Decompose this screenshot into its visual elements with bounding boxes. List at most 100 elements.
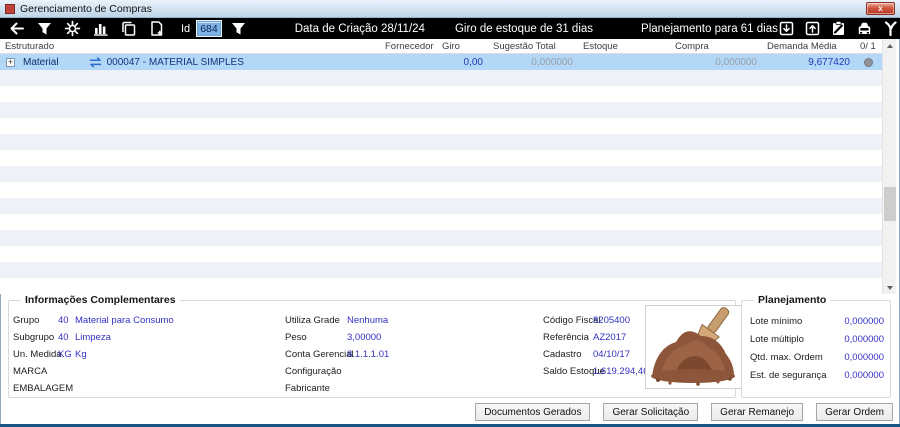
documentos-gerados-button[interactable]: Documentos Gerados <box>475 403 591 421</box>
scrollbar-thumb[interactable] <box>884 187 896 221</box>
row-compra: 0,000000 <box>715 56 757 68</box>
subgrupo-label: Subgrupo <box>13 332 55 343</box>
status-dot-icon <box>864 57 873 67</box>
sync-icon <box>89 56 101 67</box>
empty-rows <box>0 70 882 294</box>
planning-panel: Planejamento Lote mínimo 0,000000 Lote mú… <box>741 294 891 398</box>
row-sugestao-total: 0,000000 <box>531 56 573 68</box>
table-row[interactable]: + Material 000047 - MATERIAL SIMPLES 0,0… <box>0 54 882 70</box>
qtd-max-ordem-label: Qtd. max. Ordem <box>750 351 823 363</box>
referencia-value: AZ2017 <box>593 332 627 343</box>
close-button[interactable]: x <box>866 2 895 15</box>
lote-minimo-value: 0,000000 <box>844 315 884 327</box>
import-icon[interactable] <box>778 20 795 37</box>
grid-body: + Material 000047 - MATERIAL SIMPLES 0,0… <box>0 54 882 294</box>
codigo-fiscal-label: Código Fiscal <box>543 315 601 326</box>
planning-panel-title: Planejamento <box>754 294 831 306</box>
marca-label: MARCA <box>13 366 48 377</box>
col-status[interactable]: 0/ 1 <box>855 41 882 52</box>
embalagem-label: EMBALAGEM <box>13 383 74 394</box>
row-demanda-media: 9,677420 <box>808 56 850 68</box>
clipboard-icon[interactable] <box>830 20 847 37</box>
peso-value: 3,00000 <box>347 332 382 343</box>
app-icon <box>5 3 15 14</box>
gerar-remanejo-button[interactable]: Gerar Remanejo <box>711 403 804 421</box>
cadastro-value: 04/10/17 <box>593 349 630 360</box>
info-panel: Informações Complementares Grupo 40 Materi… <box>8 294 736 398</box>
scroll-up-icon[interactable] <box>883 39 897 52</box>
row-status-cell <box>855 57 882 67</box>
expand-icon[interactable]: + <box>6 57 15 67</box>
bottom-button-bar: Documentos Gerados Gerar Solicitação Ger… <box>475 403 893 421</box>
vertical-scrollbar[interactable] <box>882 39 896 294</box>
info-column-3: Código Fiscal 8205400 Referência AZ2017 Ca… <box>543 312 646 380</box>
col-estoque[interactable]: Estoque <box>578 41 670 52</box>
branch-icon[interactable] <box>882 20 899 37</box>
id-input-value: 684 <box>198 22 220 35</box>
est-seguranca-value: 0,000000 <box>844 369 884 381</box>
stock-turn-label: Giro de estoque de 31 dias <box>454 22 594 35</box>
product-image <box>645 305 742 389</box>
qtd-max-ordem-value: 0,000000 <box>844 351 884 363</box>
filter-icon[interactable] <box>36 20 53 37</box>
apply-filter-icon[interactable] <box>230 20 247 37</box>
bar-chart-icon[interactable] <box>92 20 109 37</box>
export-icon[interactable] <box>804 20 821 37</box>
row-description: 000047 - MATERIAL SIMPLES <box>106 56 244 68</box>
row-type: Material <box>23 56 59 68</box>
app-window: Gerenciamento de Compras x Id 684 Data d… <box>0 0 900 427</box>
toolbar-right-icons <box>778 20 900 37</box>
creation-date-label: Data de Criação 28/11/24 <box>294 22 425 35</box>
window-title: Gerenciamento de Compras <box>20 2 152 15</box>
cocoa-powder-image <box>651 307 735 386</box>
saldo-estoque-value: 1.619.294,46000 <box>593 366 646 377</box>
grupo-code: 40 <box>58 315 69 326</box>
title-bar: Gerenciamento de Compras x <box>0 0 900 18</box>
main-toolbar: Id 684 Data de Criação 28/11/24 Giro de … <box>0 18 900 39</box>
info-column-1: Grupo 40 Material para Consumo Subgrupo 40 L… <box>13 312 174 397</box>
lote-multiplo-label: Lote múltiplo <box>750 333 804 345</box>
gerar-solicitacao-button[interactable]: Gerar Solicitação <box>603 403 699 421</box>
new-page-icon[interactable] <box>148 20 165 37</box>
un-medida-code: KG <box>58 349 72 360</box>
scroll-down-icon[interactable] <box>883 281 897 294</box>
conta-gerencial-value: 8.1.1.1.01 <box>347 349 390 360</box>
gerar-ordem-button[interactable]: Gerar Ordem <box>816 403 893 421</box>
conta-gerencial-label: Conta Gerencial <box>285 349 354 360</box>
col-sugestao-total[interactable]: Sugestão Total <box>488 41 578 52</box>
utiliza-grade-value: Nenhuma <box>347 315 389 326</box>
un-medida-label: Un. Medida <box>13 349 62 360</box>
utiliza-grade-label: Utiliza Grade <box>285 315 340 326</box>
row-giro: 0,00 <box>463 56 483 68</box>
gear-icon[interactable] <box>64 20 81 37</box>
copy-icon[interactable] <box>120 20 137 37</box>
cadastro-label: Cadastro <box>543 349 582 360</box>
col-fornecedor[interactable]: Fornecedor <box>380 41 437 52</box>
lote-minimo-label: Lote mínimo <box>750 315 803 327</box>
subgrupo-code: 40 <box>58 332 69 343</box>
vehicle-icon[interactable] <box>856 20 873 37</box>
planning-days-label: Planejamento para 61 dias <box>641 22 778 35</box>
col-giro[interactable]: Giro <box>437 41 488 52</box>
subgrupo-value: Limpeza <box>75 332 111 343</box>
col-estruturado[interactable]: Estruturado <box>0 41 380 52</box>
grid-header: Estruturado Fornecedor Giro Sugestão Tot… <box>0 39 882 54</box>
peso-label: Peso <box>285 332 307 343</box>
est-seguranca-label: Est. de segurança <box>750 369 827 381</box>
grupo-value: Material para Consumo <box>75 315 174 326</box>
col-demanda-media[interactable]: Demanda Média <box>762 41 855 52</box>
fabricante-label: Fabricante <box>285 383 330 394</box>
referencia-label: Referência <box>543 332 589 343</box>
info-column-2: Utiliza Grade Nenhuma Peso 3,00000 Conta G… <box>285 312 389 397</box>
back-icon[interactable] <box>8 20 25 37</box>
col-compra[interactable]: Compra <box>670 41 762 52</box>
un-medida-value: Kg <box>75 349 87 360</box>
codigo-fiscal-value: 8205400 <box>593 315 630 326</box>
lote-multiplo-value: 0,000000 <box>844 333 884 345</box>
id-label: Id <box>181 22 191 35</box>
info-panel-title: Informações Complementares <box>21 294 180 306</box>
saldo-estoque-label: Saldo Estoque <box>543 366 605 377</box>
grupo-label: Grupo <box>13 315 40 326</box>
row-structure-cell: + Material 000047 - MATERIAL SIMPLES <box>0 57 380 68</box>
id-input[interactable]: 684 <box>197 21 221 36</box>
